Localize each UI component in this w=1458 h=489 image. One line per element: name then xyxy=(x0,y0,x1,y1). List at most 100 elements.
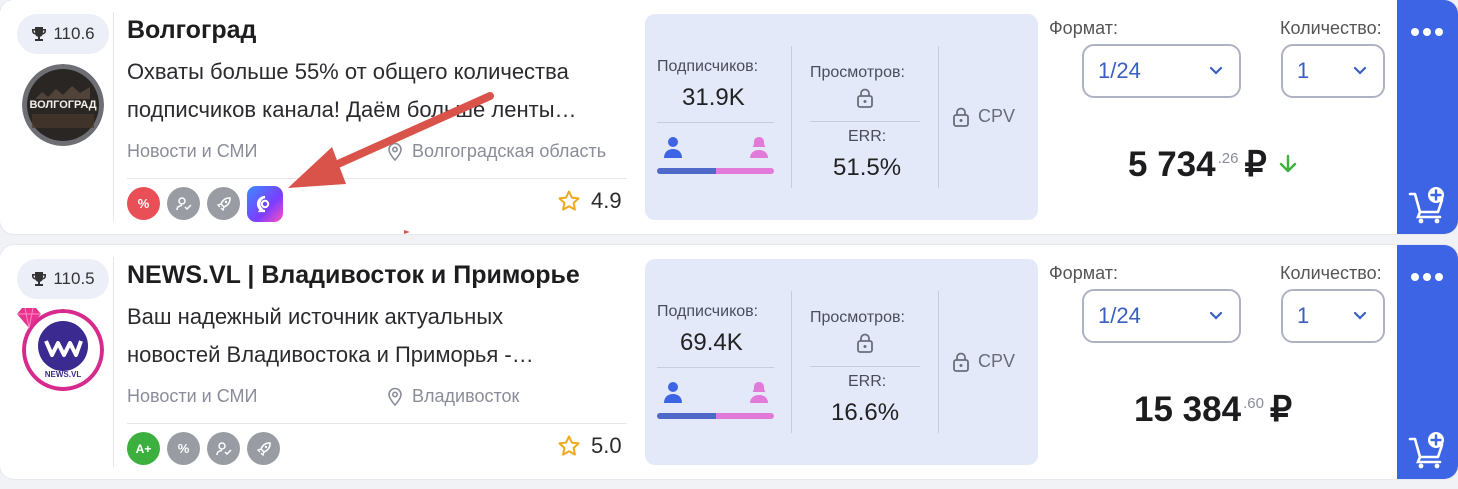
star-icon xyxy=(558,190,580,211)
stats-panel: Подписчиков: 31.9K Просмотров: ERR: 51.5… xyxy=(645,14,1038,220)
location-pin-icon xyxy=(388,142,402,161)
subscribers-value: 31.9K xyxy=(682,84,745,111)
channel-title[interactable]: Волгоград xyxy=(127,16,256,45)
description-line: Ваш надежный источник актуальных xyxy=(127,304,504,329)
quantity-label: Количество: xyxy=(1280,18,1382,38)
male-icon xyxy=(664,137,682,158)
trophy-icon xyxy=(32,272,47,286)
channel-category: Новости и СМИ xyxy=(127,141,258,161)
channel-category: Новости и СМИ xyxy=(127,386,258,406)
err-value: 16.6% xyxy=(831,399,900,426)
divider xyxy=(127,178,627,179)
divider xyxy=(113,12,114,222)
divider xyxy=(810,121,920,122)
divider xyxy=(938,46,939,188)
channel-description: Ваш надежный источник актуальных новосте… xyxy=(127,298,627,374)
channel-description: Охваты больше 55% от общего количества п… xyxy=(127,53,627,129)
location-pin-icon xyxy=(388,387,402,406)
chevron-down-icon xyxy=(1353,66,1367,75)
discount-badge-icon[interactable]: % xyxy=(127,187,160,220)
user-check-badge-icon[interactable] xyxy=(167,187,200,220)
svg-text:NEWS.VL: NEWS.VL xyxy=(45,370,82,379)
user-check-badge-icon[interactable] xyxy=(207,432,240,465)
more-options-icon[interactable] xyxy=(1411,273,1443,281)
price-down-arrow-icon xyxy=(1279,154,1296,173)
rocket-badge-icon[interactable] xyxy=(247,432,280,465)
chevron-down-icon xyxy=(1209,311,1223,320)
channel-card[interactable]: 110.5 NEWS.VL NEWS.VL | Владивосток и Пр… xyxy=(0,245,1458,479)
lock-icon xyxy=(857,333,873,353)
add-to-cart-icon[interactable] xyxy=(1408,431,1446,469)
grade-badge-icon[interactable]: A+ xyxy=(127,432,160,465)
trophy-icon xyxy=(32,27,47,41)
badge-row: % xyxy=(127,186,283,222)
err-label: ERR: xyxy=(848,373,887,390)
quantity-select[interactable]: 1 xyxy=(1281,289,1385,343)
discount-badge-icon[interactable]: % xyxy=(167,432,200,465)
quantity-label: Количество: xyxy=(1280,263,1382,283)
chevron-down-icon xyxy=(1353,311,1367,320)
divider xyxy=(657,367,774,368)
card-actions-bar xyxy=(1397,0,1458,234)
chevron-down-icon xyxy=(1209,66,1223,75)
svg-text:ВОЛГОГРАД: ВОЛГОГРАД xyxy=(29,99,96,111)
cpv: CPV xyxy=(952,106,1015,127)
format-label: Формат: xyxy=(1049,263,1118,283)
channel-title[interactable]: NEWS.VL | Владивосток и Приморье xyxy=(127,261,580,290)
format-select[interactable]: 1/24 xyxy=(1082,44,1241,98)
premium-gem-icon xyxy=(17,307,41,329)
add-to-cart-icon[interactable] xyxy=(1408,186,1446,224)
rank-badge: 110.5 xyxy=(17,259,109,299)
channel-location: Волгоградская область xyxy=(386,141,606,162)
more-options-icon[interactable] xyxy=(1411,28,1443,36)
views-label: Просмотров: xyxy=(810,309,905,326)
gender-bar xyxy=(657,168,774,174)
divider xyxy=(113,257,114,467)
female-icon xyxy=(750,382,768,403)
description-line: подписчиков канала! Даём больше ленты… xyxy=(127,97,577,122)
quantity-select[interactable]: 1 xyxy=(1281,44,1385,98)
divider xyxy=(938,291,939,433)
divider xyxy=(791,291,792,433)
price: 5 734 .26 ₽ xyxy=(1128,145,1299,185)
badge-row: A+ % xyxy=(127,432,280,465)
format-label: Формат: xyxy=(1049,18,1118,38)
rating: 5.0 xyxy=(557,433,622,459)
star-icon xyxy=(558,435,580,456)
card-actions-bar xyxy=(1397,245,1458,479)
subscribers-value: 69.4K xyxy=(680,329,743,356)
lock-icon xyxy=(857,88,873,108)
rank-value: 110.5 xyxy=(53,269,95,288)
rating: 4.9 xyxy=(557,188,622,214)
rocket-badge-icon[interactable] xyxy=(207,187,240,220)
male-share-fill xyxy=(657,413,716,419)
description-line: Охваты больше 55% от общего количества xyxy=(127,59,569,84)
description-line: новостей Владивостока и Приморья -… xyxy=(127,342,534,367)
channel-card[interactable]: 110.6 ВОЛГОГРАД Волгоград Охваты больше … xyxy=(0,0,1458,234)
gender-split xyxy=(657,381,774,421)
divider xyxy=(657,122,774,123)
gender-split xyxy=(657,136,774,176)
err-value: 51.5% xyxy=(833,154,902,181)
messenger-app-icon[interactable] xyxy=(247,186,283,222)
divider xyxy=(127,423,627,424)
subscribers-label: Подписчиков: xyxy=(657,303,759,320)
err-label: ERR: xyxy=(848,128,887,145)
price: 15 384 .60 ₽ xyxy=(1134,390,1293,429)
format-select[interactable]: 1/24 xyxy=(1082,289,1241,343)
stats-panel: Подписчиков: 69.4K Просмотров: ERR: 16.6… xyxy=(645,259,1038,465)
lock-icon xyxy=(953,107,969,127)
gender-bar xyxy=(657,413,774,419)
male-share-fill xyxy=(657,168,716,174)
divider xyxy=(791,46,792,188)
male-icon xyxy=(664,382,682,403)
views-label: Просмотров: xyxy=(810,64,905,81)
cpv: CPV xyxy=(952,351,1015,372)
rank-value: 110.6 xyxy=(53,24,95,43)
lock-icon xyxy=(953,352,969,372)
female-icon xyxy=(750,137,768,158)
avatar[interactable]: ВОЛГОГРАД xyxy=(22,64,104,146)
rank-badge: 110.6 xyxy=(17,14,109,54)
channel-location: Владивосток xyxy=(386,386,519,407)
divider xyxy=(810,366,920,367)
